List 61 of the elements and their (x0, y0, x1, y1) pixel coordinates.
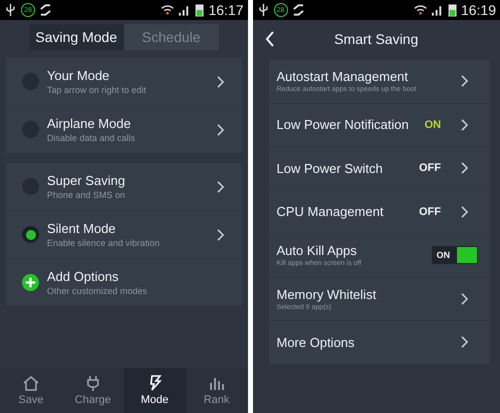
chevron-icon (461, 75, 468, 88)
setting-title: Low Power Switch (276, 160, 384, 176)
mode-subtitle: Phone and SMS on (47, 190, 126, 200)
nav-tab[interactable]: Mode (124, 368, 186, 413)
mode-title: Add Options (47, 269, 120, 284)
setting-value: OFF (419, 162, 441, 174)
mode-subtitle: Disable data and calls (47, 133, 136, 143)
mode-title: Silent Mode (47, 221, 117, 236)
chevron-icon (216, 228, 224, 240)
chevron-icon (461, 292, 468, 305)
setting-value: OFF (419, 206, 441, 218)
nav-tab[interactable]: Save (0, 368, 62, 413)
nav-tab[interactable]: Rank (186, 368, 248, 413)
bar-chart-icon (208, 375, 226, 391)
back-button[interactable] (264, 31, 274, 47)
sync-icon (39, 3, 52, 17)
setting-title: More Options (276, 334, 356, 350)
sync-icon (292, 3, 304, 17)
chevron-icon (461, 336, 468, 348)
add-icon[interactable] (22, 274, 39, 291)
chevron-icon (461, 206, 468, 218)
chevron-icon (216, 180, 224, 192)
wifi-icon (161, 3, 174, 17)
clock-time: 16:19 (460, 2, 496, 18)
usb-icon (256, 3, 270, 17)
mode-row[interactable]: Add Options Other customized modes (6, 259, 242, 306)
settings-row[interactable]: More Options (268, 321, 490, 364)
screen-title: Smart Saving (334, 31, 418, 47)
settings-row[interactable]: CPU Management OFF (268, 190, 490, 234)
mode-title: Super Saving (47, 173, 126, 188)
house-icon (22, 375, 40, 391)
settings-row[interactable]: Low Power Switch OFF (268, 147, 490, 190)
chevron-icon (216, 76, 224, 88)
battery-icon (448, 3, 457, 17)
wifi-icon (414, 3, 427, 17)
mode-row[interactable]: Your Mode Tap arrow on right to edit (6, 58, 242, 106)
setting-title: Auto Kill Apps (276, 243, 358, 258)
chevron-icon (461, 162, 468, 174)
mode-subtitle: Tap arrow on right to edit (47, 85, 148, 95)
nav-tab[interactable]: Charge (62, 368, 124, 413)
setting-title: Autostart Management (276, 69, 410, 84)
settings-row[interactable]: Low Power Notification ON (268, 104, 490, 147)
setting-value: ON (424, 118, 441, 131)
toggle-switch[interactable]: ON (432, 246, 478, 264)
setting-title: CPU Management (276, 204, 384, 220)
mode-row[interactable]: Super Saving Phone and SMS on (6, 163, 242, 211)
usb-icon (4, 3, 17, 17)
radio-button[interactable] (22, 226, 39, 243)
chevron-icon (461, 118, 468, 131)
tab[interactable]: Saving Mode (28, 24, 124, 50)
setting-title: Memory Whitelist (276, 286, 378, 302)
mode-row[interactable]: Silent Mode Enable silence and vibration (6, 211, 242, 259)
mode-subtitle: Enable silence and vibration (47, 238, 161, 248)
mode-title: Airplane Mode (47, 116, 132, 131)
mode-row[interactable]: Airplane Mode Disable data and calls (6, 106, 242, 153)
mode-title: Your Mode (47, 68, 110, 83)
setting-title: Low Power Notification (276, 117, 410, 132)
battery-icon (195, 3, 204, 17)
clock-time: 16:17 (208, 2, 244, 18)
mode-subtitle: Other customized modes (47, 286, 148, 296)
chevron-icon (216, 124, 224, 136)
